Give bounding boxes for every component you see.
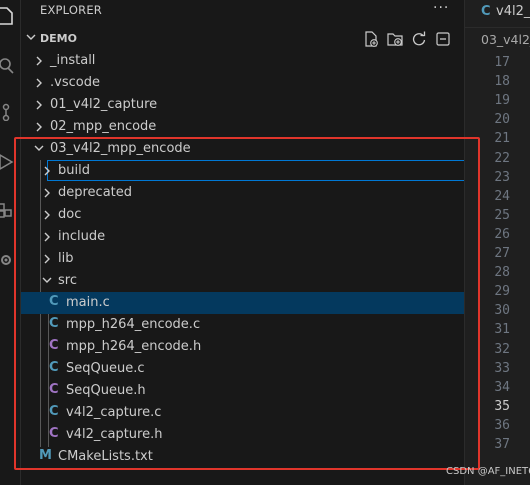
- workspace-title: DEMO: [40, 32, 77, 45]
- refresh-icon[interactable]: [411, 31, 427, 47]
- annotation-frame: [14, 137, 480, 470]
- chevron-right-icon: [33, 75, 45, 91]
- tree-folder-01-v4l2-capture[interactable]: 01_v4l2_capture: [21, 94, 464, 116]
- tree-item-label: .vscode: [50, 75, 100, 90]
- tree-item-label: _install: [50, 53, 96, 68]
- watermark: CSDN @AF_INET6: [446, 466, 530, 477]
- line-number: 18: [494, 74, 510, 90]
- tree-folder-install[interactable]: _install: [21, 50, 464, 72]
- tree-item-label: 01_v4l2_capture: [50, 97, 158, 112]
- tree-folder-02-mpp-encode[interactable]: 02_mpp_encode: [21, 116, 464, 138]
- source-control-icon[interactable]: [0, 100, 20, 124]
- chevron-right-icon: [33, 119, 45, 135]
- line-number: 20: [494, 112, 510, 128]
- chevron-right-icon: [33, 53, 45, 69]
- chevron-down-icon: [25, 30, 37, 49]
- explorer-title: EXPLORER: [40, 3, 102, 17]
- new-file-icon[interactable]: [363, 31, 379, 47]
- tree-item-label: 02_mpp_encode: [50, 119, 157, 134]
- tab-label: v4l2_c: [496, 4, 530, 19]
- workspace-section-header[interactable]: DEMO: [21, 28, 464, 50]
- more-actions-icon[interactable]: ···: [433, 0, 449, 16]
- c-file-icon: C: [481, 4, 491, 19]
- search-icon[interactable]: [0, 54, 20, 78]
- line-number: 19: [494, 93, 510, 109]
- chevron-right-icon: [33, 97, 45, 113]
- tree-folder-vscode[interactable]: .vscode: [21, 72, 464, 94]
- line-number: 17: [494, 55, 510, 70]
- breadcrumb[interactable]: 03_v4l2_: [481, 32, 530, 47]
- explorer-files-icon[interactable]: [0, 4, 20, 28]
- editor-tab[interactable]: C v4l2_c: [465, 0, 530, 28]
- new-folder-icon[interactable]: [387, 31, 403, 47]
- collapse-all-icon[interactable]: [435, 31, 451, 47]
